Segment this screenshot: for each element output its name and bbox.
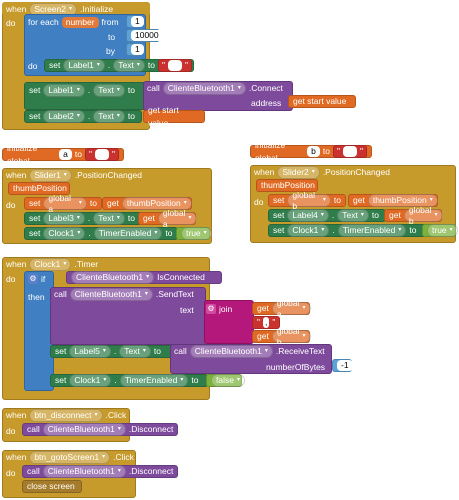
- initialize-global-a-block[interactable]: initialize global a to " ": [2, 143, 124, 166]
- get-global-a-block-3[interactable]: get global a ▾: [252, 298, 311, 319]
- slider1-dropdown[interactable]: Slider1 ▾: [29, 168, 72, 182]
- set-label3-text-block[interactable]: set Label3 ▾ . Text ▾ to: [24, 212, 142, 225]
- get-global-a-block[interactable]: get global a ▾: [138, 208, 197, 229]
- empty-string-b[interactable]: " ": [332, 145, 367, 158]
- get-global-b-block-3[interactable]: get global b ▾: [252, 326, 311, 347]
- text-property-dropdown[interactable]: Text ▾: [93, 84, 125, 97]
- from-label: from: [101, 17, 119, 27]
- by-label: by: [106, 46, 115, 56]
- clock1-dropdown[interactable]: Clock1 ▾: [43, 227, 86, 240]
- set-label1-text-block[interactable]: set Label1 ▾ . Text ▾ to " ": [44, 59, 194, 72]
- set-label2-text-block[interactable]: set Label2 ▾ . Text ▾ to: [24, 110, 142, 123]
- label2-dropdown[interactable]: Label2 ▾: [43, 110, 85, 123]
- when-keyword: when: [6, 4, 27, 14]
- global-a-dropdown[interactable]: global a ▾: [43, 193, 87, 214]
- set-clock1-false-block[interactable]: set Clock1 ▾ . TimerEnabled ▾ to: [50, 374, 208, 387]
- call-disconnect-block-2[interactable]: call ClienteBluetooth1 ▾ .Disconnect: [22, 465, 178, 478]
- if-keyword: if: [41, 274, 46, 284]
- gear-icon[interactable]: ⚙: [206, 304, 216, 314]
- text-property-dropdown[interactable]: Text ▾: [113, 59, 145, 72]
- initialize-global-b-block[interactable]: initialize global b to " ": [250, 140, 372, 163]
- set-clock1-timerenabled-block[interactable]: set Clock1 ▾ . TimerEnabled ▾ to: [24, 227, 178, 240]
- do-keyword: do: [28, 61, 38, 71]
- to-label: to: [108, 32, 116, 42]
- call-keyword: call: [147, 83, 160, 93]
- then-keyword: then: [28, 292, 45, 302]
- false-block[interactable]: false ▾: [206, 374, 245, 387]
- bluetooth-dropdown[interactable]: ClienteBluetooth1 ▾: [162, 81, 246, 95]
- label3-dropdown[interactable]: Label3 ▾: [43, 212, 85, 225]
- neg1-number[interactable]: -1: [332, 359, 353, 372]
- get-start-value-block[interactable]: get start value: [288, 95, 356, 108]
- loop-variable[interactable]: number: [61, 16, 99, 28]
- set-global-b-block[interactable]: set global b ▾ to: [268, 190, 346, 211]
- comma-string-block[interactable]: " , ": [252, 316, 280, 329]
- for-each-label: for each: [28, 17, 59, 27]
- to-keyword: to: [147, 60, 155, 70]
- global-a-name[interactable]: a: [59, 149, 72, 160]
- global-b-name[interactable]: b: [307, 146, 320, 157]
- numberofbytes-param: numberOfBytes: [266, 362, 326, 372]
- set-keyword: set: [49, 60, 61, 70]
- to-number[interactable]: 10000: [126, 29, 163, 42]
- label1-dropdown[interactable]: Label1 ▾: [63, 59, 105, 72]
- text-property-dropdown[interactable]: Text ▾: [93, 110, 125, 123]
- close-screen-block[interactable]: close screen: [22, 480, 82, 493]
- true-block[interactable]: true ▾: [176, 227, 212, 240]
- set-label4-text-block[interactable]: set Label4 ▾ . Text ▾ to: [268, 209, 386, 222]
- gear-icon[interactable]: ⚙: [28, 274, 38, 284]
- event-name: .Initialize: [80, 4, 114, 14]
- call-disconnect-block[interactable]: call ClienteBluetooth1 ▾ .Disconnect: [22, 423, 178, 436]
- do-keyword: do: [6, 18, 16, 28]
- true-block-2[interactable]: true ▾: [422, 224, 458, 237]
- join-keyword: join: [219, 304, 233, 314]
- from-number[interactable]: 1: [126, 15, 144, 28]
- clock1-dropdown[interactable]: Clock1 ▾: [29, 257, 72, 271]
- set-label5-text-block[interactable]: set Label5 ▾ . Text ▾ to: [50, 345, 174, 358]
- connect-method: .Connect: [248, 83, 283, 93]
- set-global-a-block[interactable]: set global a ▾ to: [24, 193, 102, 214]
- address-param: address: [251, 98, 282, 108]
- isconnected-block[interactable]: ClienteBluetooth1 ▾ IsConnected: [66, 271, 222, 284]
- slider2-dropdown[interactable]: Slider2 ▾: [277, 165, 320, 179]
- empty-string-a[interactable]: " ": [84, 148, 119, 161]
- set-label1-connect-block[interactable]: set Label1 ▾ . Text ▾ to: [24, 82, 146, 110]
- empty-string-block[interactable]: " ": [157, 59, 193, 72]
- text-param: text: [180, 305, 194, 315]
- label1-dropdown[interactable]: Label1 ▾: [43, 84, 85, 97]
- get-start-value-block-2[interactable]: get start value: [143, 105, 205, 128]
- get-global-b-block[interactable]: get global b ▾: [384, 205, 443, 226]
- by-number[interactable]: 1: [126, 43, 144, 56]
- set-clock1-timerenabled-block-2[interactable]: set Clock1 ▾ . TimerEnabled ▾ to: [268, 224, 426, 237]
